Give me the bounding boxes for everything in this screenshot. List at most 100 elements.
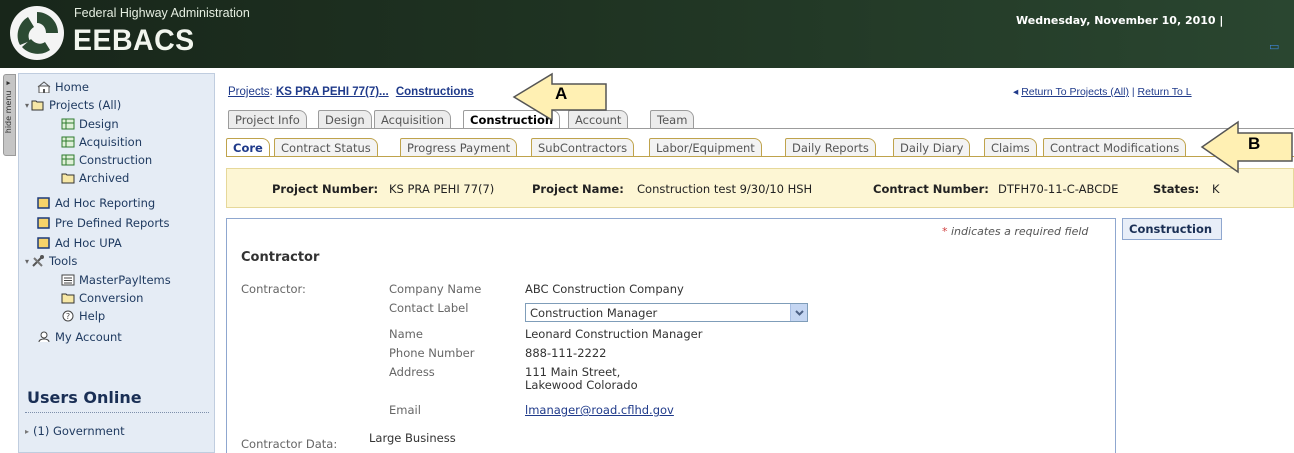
- name-value: Leonard Construction Manager: [525, 327, 703, 341]
- address-label: Address: [389, 365, 435, 379]
- report-icon: [37, 237, 50, 249]
- sidebar-item-masterpayitems[interactable]: MasterPayItems: [61, 273, 171, 287]
- sidebar-item-conversion[interactable]: Conversion: [61, 291, 143, 305]
- sidebar-item-label: MasterPayItems: [79, 273, 171, 287]
- address-line2: Lakewood Colorado: [525, 378, 638, 392]
- email-link[interactable]: lmanager@road.cflhd.gov: [525, 403, 674, 417]
- phone-value: 888-111-2222: [525, 346, 607, 360]
- contact-label-select[interactable]: Construction Manager: [525, 303, 808, 322]
- breadcrumb-project-link[interactable]: KS PRA PEHI 77(7)...: [276, 86, 389, 98]
- company-name-label: Company Name: [389, 282, 482, 296]
- project-number-value: KS PRA PEHI 77(7): [389, 182, 495, 196]
- contact-label-selected: Construction Manager: [530, 306, 658, 320]
- required-field-note: * indicates a required field: [942, 225, 1088, 238]
- expand-arrow-icon: ▸: [25, 426, 30, 436]
- users-online-heading: Users Online: [27, 388, 142, 407]
- phone-label: Phone Number: [389, 346, 475, 360]
- sidebar-item-my-account[interactable]: My Account: [37, 330, 122, 344]
- sidebar-item-label: Help: [79, 309, 106, 323]
- project-number-label: Project Number:: [272, 182, 379, 196]
- contractor-data-value: Large Business: [369, 431, 456, 445]
- tab-contract-modifications[interactable]: Contract Modifications: [1043, 138, 1187, 156]
- sidebar-item-ad-hoc-reporting[interactable]: Ad Hoc Reporting: [37, 196, 155, 210]
- email-label: Email: [389, 403, 421, 417]
- breadcrumb-projects-link[interactable]: Projects: [228, 86, 270, 98]
- contractor-form: * indicates a required field Contractor …: [226, 218, 1116, 453]
- tab-progress-payment[interactable]: Progress Payment: [400, 138, 518, 156]
- sidebar-item-construction[interactable]: Construction: [61, 153, 152, 167]
- chevron-down-icon[interactable]: [790, 304, 807, 321]
- return-links: ◂ Return To Projects (All) | Return To L: [1013, 86, 1192, 98]
- divider: [228, 128, 1294, 129]
- sidebar-item-label: Projects (All): [49, 98, 122, 112]
- sidebar-item-label: Construction: [79, 153, 153, 167]
- contractor-data-label: Contractor Data:: [241, 437, 338, 451]
- report-icon: [37, 197, 50, 209]
- hide-menu-label: hide menu ◂: [4, 79, 13, 134]
- main-content: Projects: KS PRA PEHI 77(7)... Construct…: [218, 73, 1294, 453]
- required-note-text: indicates a required field: [947, 225, 1089, 238]
- report-icon: [37, 217, 50, 229]
- tab-claims[interactable]: Claims: [984, 138, 1037, 156]
- sidebar-item-label: Conversion: [79, 291, 144, 305]
- sidebar-item-help[interactable]: ? Help: [61, 309, 105, 323]
- users-online-government[interactable]: ▸ (1) Government: [25, 424, 125, 438]
- divider: [226, 156, 1294, 157]
- tab-daily-reports[interactable]: Daily Reports: [785, 138, 876, 156]
- sidebar-item-acquisition[interactable]: Acquisition: [61, 135, 142, 149]
- project-name-value: Construction test 9/30/10 HSH: [637, 182, 813, 196]
- callout-label-a: A: [555, 84, 568, 103]
- tools-icon: [32, 255, 45, 267]
- tab-project-info[interactable]: Project Info: [228, 110, 307, 128]
- sidebar-item-label: Ad Hoc Reporting: [55, 196, 156, 210]
- sidebar-item-label: Pre Defined Reports: [55, 216, 170, 230]
- section-title: Contractor: [241, 250, 320, 265]
- project-name-label: Project Name:: [532, 182, 624, 196]
- address-line1: 111 Main Street,: [525, 365, 621, 379]
- contract-number-value: DTFH70-11-C-ABCDE: [998, 182, 1119, 196]
- folder-open-icon: [31, 100, 44, 111]
- app-header: Federal Highway Administration EEBACS We…: [0, 0, 1294, 68]
- tab-daily-diary[interactable]: Daily Diary: [893, 138, 971, 156]
- divider: [25, 412, 209, 413]
- sidebar-item-ad-hoc-upa[interactable]: Ad Hoc UPA: [37, 236, 122, 250]
- folder-icon: [61, 293, 75, 304]
- grid-icon: [61, 118, 75, 130]
- sidebar-item-label: Design: [79, 117, 119, 131]
- sidebar-item-label: Tools: [49, 254, 78, 268]
- tab-contract-status[interactable]: Contract Status: [274, 138, 378, 156]
- grid-icon: [61, 136, 75, 148]
- tab-acquisition[interactable]: Acquisition: [374, 110, 451, 128]
- home-icon: [37, 81, 51, 93]
- expand-arrow-icon: ▾: [25, 256, 30, 266]
- return-to-list-link[interactable]: Return To L: [1138, 86, 1192, 98]
- tab-team[interactable]: Team: [650, 110, 695, 128]
- project-info-bar: Project Number: KS PRA PEHI 77(7) Projec…: [226, 168, 1294, 208]
- sidebar-item-archived[interactable]: Archived: [61, 171, 129, 185]
- breadcrumb-current[interactable]: Constructions: [396, 86, 474, 98]
- sidebar-item-tools[interactable]: ▾ Tools: [25, 254, 77, 268]
- folder-icon: [61, 173, 75, 184]
- agency-name: Federal Highway Administration: [74, 6, 250, 20]
- sidebar-item-projects[interactable]: ▾ Projects (All): [25, 98, 121, 112]
- sidebar-item-label: Home: [55, 80, 89, 94]
- states-value: K: [1212, 182, 1220, 196]
- help-icon: ?: [62, 310, 74, 322]
- account-icon: [38, 331, 50, 343]
- sidebar-item-pre-defined-reports[interactable]: Pre Defined Reports: [37, 216, 170, 230]
- header-link-fragment[interactable]: ▭: [1269, 40, 1279, 53]
- sidebar-item-design[interactable]: Design: [61, 117, 119, 131]
- list-icon: [61, 274, 75, 286]
- callout-arrow-b: [1200, 120, 1293, 174]
- tab-core[interactable]: Core: [226, 138, 270, 157]
- breadcrumb-separator: :: [269, 86, 273, 98]
- sidebar-item-home[interactable]: Home: [37, 80, 89, 94]
- return-links-separator: |: [1128, 86, 1138, 98]
- fhwa-logo-icon: [10, 6, 64, 60]
- tab-labor-equipment[interactable]: Labor/Equipment: [649, 138, 762, 156]
- tab-subcontractors[interactable]: SubContractors: [531, 138, 635, 156]
- hide-menu-toggle[interactable]: hide menu ◂: [3, 74, 16, 156]
- return-to-projects-link[interactable]: Return To Projects (All): [1021, 86, 1129, 98]
- expand-arrow-icon: ▾: [25, 100, 30, 110]
- tab-design[interactable]: Design: [318, 110, 372, 128]
